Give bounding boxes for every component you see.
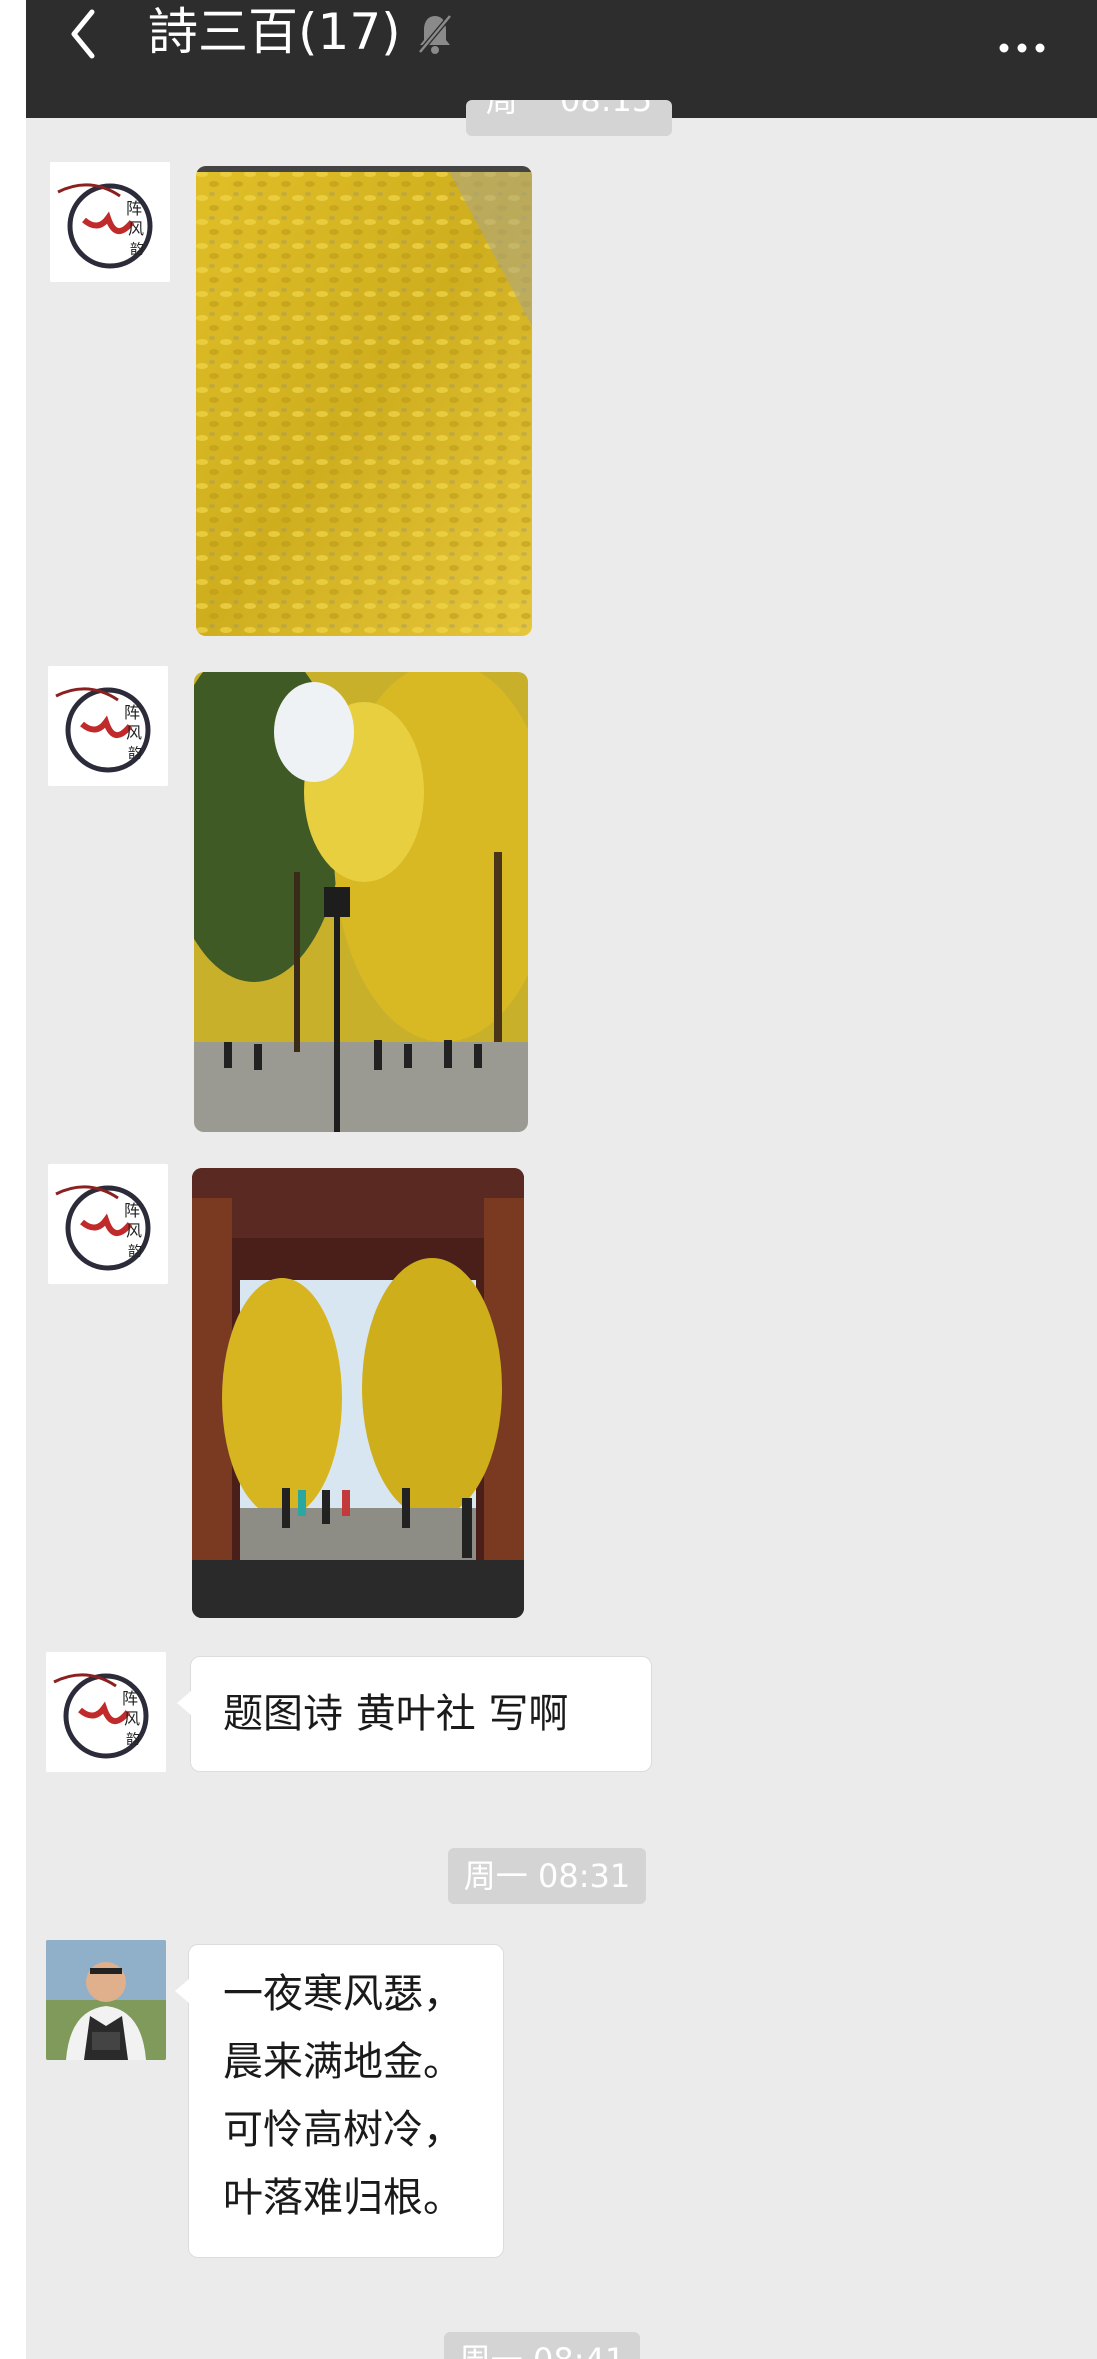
- svg-text:韵: 韵: [126, 1732, 140, 1748]
- svg-text:风: 风: [126, 723, 142, 742]
- avatar[interactable]: [46, 1940, 166, 2060]
- chat-image[interactable]: [196, 166, 532, 636]
- message-bubble[interactable]: 一夜寒风瑟， 晨来满地金。 可怜高树冷， 叶落难归根。: [175, 1944, 504, 2258]
- timestamp-text: 周一 08:15: [485, 100, 653, 119]
- svg-text:阵: 阵: [126, 199, 142, 218]
- ellipsis-icon[interactable]: [996, 34, 1056, 54]
- timestamp-text: 周一 08:41: [459, 2341, 625, 2359]
- svg-text:韵: 韵: [128, 746, 142, 762]
- calligraphy-seal-avatar: 阵 风 韵: [46, 1652, 166, 1772]
- message-text: 题图诗 黄叶社 写啊: [223, 1691, 569, 1737]
- calligraphy-seal-avatar: 阵 风 韵: [48, 666, 168, 786]
- bell-off-icon: [418, 14, 452, 54]
- timestamp-pill: 周一 08:15: [466, 100, 672, 136]
- timestamp-text: 周一 08:31: [463, 1857, 631, 1895]
- svg-text:韵: 韵: [128, 1244, 142, 1260]
- svg-text:风: 风: [126, 1221, 142, 1240]
- avatar[interactable]: 阵 风 韵: [50, 162, 170, 282]
- svg-text:风: 风: [128, 219, 144, 238]
- svg-text:韵: 韵: [130, 242, 144, 258]
- svg-text:阵: 阵: [124, 1201, 140, 1220]
- poem-line: 叶落难归根。: [223, 2175, 463, 2221]
- avatar[interactable]: 阵 风 韵: [46, 1652, 166, 1772]
- timestamp-pill: 周一 08:41: [444, 2332, 640, 2359]
- chevron-left-icon[interactable]: [64, 4, 104, 64]
- poem-line: 可怜高树冷，: [223, 2107, 463, 2153]
- ginkgo-through-gate-photo: [192, 1168, 524, 1618]
- timestamp-pill: 周一 08:31: [448, 1848, 646, 1904]
- message-bubble[interactable]: 题图诗 黄叶社 写啊: [177, 1656, 652, 1772]
- calligraphy-seal-avatar: 阵 风 韵: [48, 1164, 168, 1284]
- poem-line: 一夜寒风瑟，: [223, 1971, 463, 2017]
- calligraphy-seal-avatar: 阵 风 韵: [50, 162, 170, 282]
- avatar[interactable]: 阵 风 韵: [48, 1164, 168, 1284]
- chat-title: 詩三百(17): [148, 3, 401, 61]
- svg-text:阵: 阵: [122, 1689, 138, 1708]
- poem-line: 晨来满地金。: [223, 2039, 463, 2085]
- ginkgo-avenue-with-lamp-photo: [194, 672, 528, 1132]
- chat-image[interactable]: [194, 672, 528, 1132]
- avatar[interactable]: 阵 风 韵: [48, 666, 168, 786]
- man-photo-avatar: [46, 1940, 166, 2060]
- chat-screen: 詩三百(17) 周一 08:15 阵 风 韵 阵 风 韵 阵 风 韵 阵 风 韵…: [26, 0, 1097, 2359]
- svg-text:阵: 阵: [124, 703, 140, 722]
- chat-image[interactable]: [192, 1168, 524, 1618]
- svg-text:风: 风: [124, 1709, 140, 1728]
- ginkgo-leaves-on-path-photo: [196, 166, 532, 636]
